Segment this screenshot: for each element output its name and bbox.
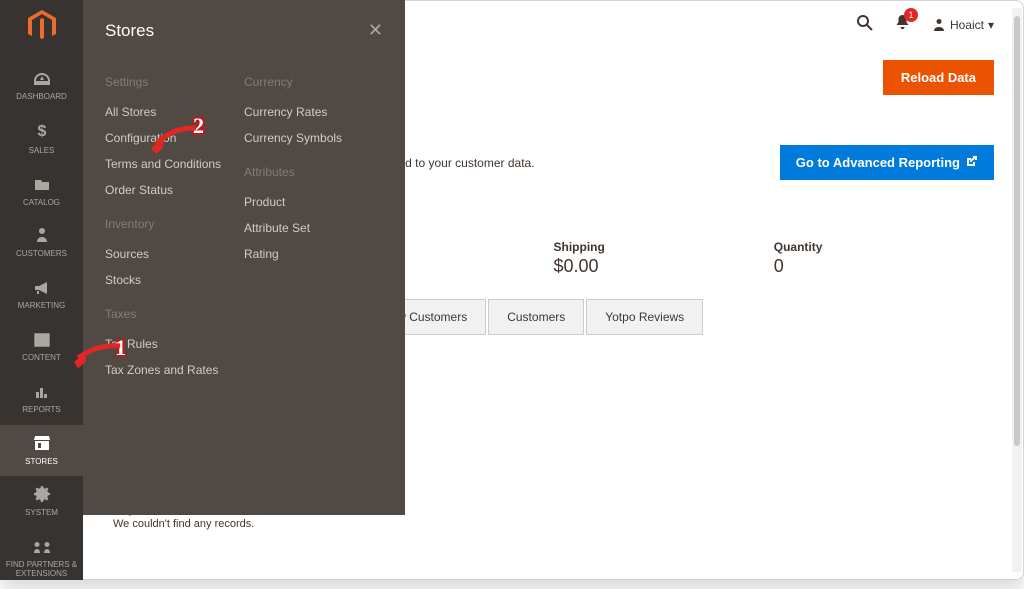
nav-label: CATALOG: [23, 199, 60, 208]
nav-label: CONTENT: [22, 354, 61, 363]
stores-icon: [33, 435, 51, 456]
button-label: Go to Advanced Reporting: [796, 155, 960, 170]
content-icon: [34, 331, 50, 352]
nav-dashboard[interactable]: DASHBOARD: [0, 60, 83, 112]
tab-yotpo[interactable]: Yotpo Reviews: [586, 299, 703, 335]
username: Hoaict: [950, 18, 984, 32]
nav-label: REPORTS: [22, 406, 61, 415]
reports-icon: [34, 383, 50, 404]
search-icon[interactable]: [856, 14, 873, 36]
flyout-group-attributes: Attributes: [244, 151, 383, 189]
metric-label: Shipping: [554, 240, 774, 254]
flyout-group-currency: Currency: [244, 61, 383, 99]
nav-reports[interactable]: REPORTS: [0, 373, 83, 425]
link-rating[interactable]: Rating: [244, 241, 383, 267]
notifications-badge: 1: [904, 8, 918, 22]
empty-text: We couldn't find any records.: [113, 518, 254, 530]
link-attribute-set[interactable]: Attribute Set: [244, 215, 383, 241]
user-icon: [932, 18, 946, 32]
metric-value: 0: [774, 256, 994, 277]
annotation-arrow-2: [148, 124, 198, 156]
dashboard-icon: [33, 70, 51, 91]
nav-system[interactable]: SYSTEM: [0, 476, 83, 528]
flyout-group-taxes: Taxes: [105, 293, 244, 331]
nav-content[interactable]: CONTENT: [0, 321, 83, 373]
link-currency-symbols[interactable]: Currency Symbols: [244, 125, 383, 151]
link-currency-rates[interactable]: Currency Rates: [244, 99, 383, 125]
nav-catalog[interactable]: CATALOG: [0, 166, 83, 218]
flyout-title: Stores: [105, 21, 154, 41]
link-product[interactable]: Product: [244, 189, 383, 215]
partners-icon: [34, 538, 50, 559]
nav-label: MARKETING: [18, 302, 66, 311]
nav-label: DASHBOARD: [16, 93, 67, 102]
tab-customers[interactable]: Customers: [488, 299, 584, 335]
reload-data-button[interactable]: Reload Data: [883, 60, 994, 95]
stores-flyout: Stores ✕ Settings All Stores Configurati…: [83, 0, 405, 515]
notifications-icon[interactable]: 1: [895, 14, 910, 36]
nav-label: STORES: [25, 458, 58, 467]
link-all-stores[interactable]: All Stores: [105, 99, 244, 125]
catalog-icon: [33, 176, 51, 197]
nav-label: CUSTOMERS: [16, 250, 67, 259]
megaphone-icon: [34, 279, 50, 300]
nav-stores[interactable]: STORES: [0, 425, 83, 477]
link-sources[interactable]: Sources: [105, 241, 244, 267]
gear-icon: [34, 486, 50, 507]
close-icon[interactable]: ✕: [368, 20, 383, 41]
user-menu[interactable]: Hoaict ▾: [932, 18, 994, 32]
magento-logo-icon: [28, 10, 56, 50]
nav-sales[interactable]: $ SALES: [0, 112, 83, 166]
flyout-group-settings: Settings: [105, 61, 244, 99]
admin-sidebar: DASHBOARD $ SALES CATALOG CUSTOMERS MARK…: [0, 0, 83, 580]
nav-label: SALES: [29, 147, 55, 156]
svg-text:$: $: [37, 123, 46, 140]
external-link-icon: [966, 155, 978, 170]
person-icon: [35, 227, 49, 248]
go-to-advanced-reporting-button[interactable]: Go to Advanced Reporting: [780, 145, 994, 180]
flyout-group-inventory: Inventory: [105, 203, 244, 241]
nav-customers[interactable]: CUSTOMERS: [0, 217, 83, 269]
nav-label: FIND PARTNERS & EXTENSIONS: [4, 561, 79, 579]
metric-label: Quantity: [774, 240, 994, 254]
nav-marketing[interactable]: MARKETING: [0, 269, 83, 321]
nav-label: SYSTEM: [25, 509, 58, 518]
link-order-status[interactable]: Order Status: [105, 177, 244, 203]
metric-shipping: Shipping $0.00: [554, 240, 774, 277]
metric-value: $0.00: [554, 256, 774, 277]
scrollbar-thumb[interactable]: [1014, 16, 1020, 446]
dollar-icon: $: [35, 122, 49, 145]
chevron-down-icon: ▾: [988, 18, 994, 32]
logo: [0, 0, 83, 60]
link-stocks[interactable]: Stocks: [105, 267, 244, 293]
annotation-arrow-1: [72, 342, 122, 372]
metric-quantity: Quantity 0: [774, 240, 994, 277]
